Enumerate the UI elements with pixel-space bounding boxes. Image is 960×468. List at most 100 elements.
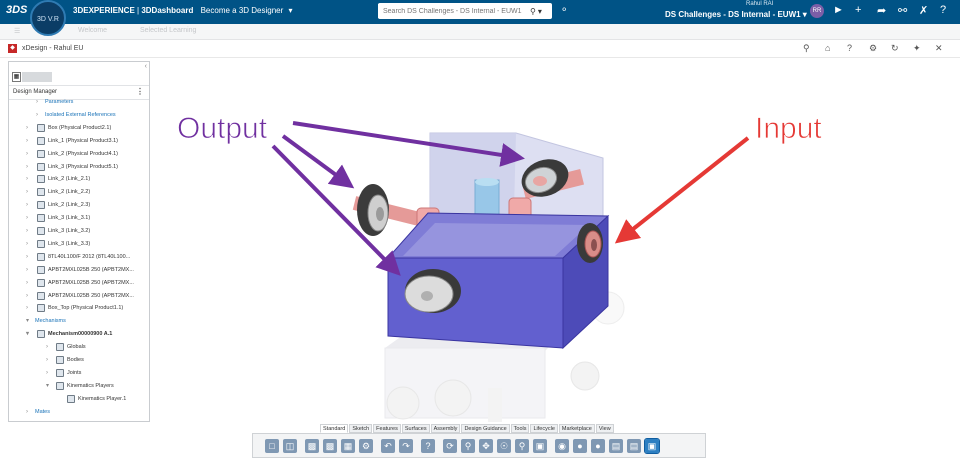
tab-marketplace[interactable]: Marketplace	[558, 424, 595, 433]
tab-tools[interactable]: Tools	[510, 424, 530, 433]
color-icon[interactable]: ●	[591, 438, 605, 453]
panel-tab[interactable]	[22, 72, 52, 82]
new-icon[interactable]: □	[265, 438, 279, 453]
expand-arrow-icon[interactable]: ▾	[26, 328, 29, 340]
3d-viewport[interactable]: Output Input	[153, 58, 952, 422]
expand-arrow-icon[interactable]: ›	[26, 277, 28, 289]
tools-icon[interactable]: ✗	[919, 4, 928, 17]
expand-arrow-icon[interactable]: ›	[26, 161, 28, 173]
look-at-icon[interactable]: ☉	[497, 438, 511, 453]
capture-icon[interactable]: ▤	[627, 438, 641, 453]
properties-icon[interactable]: ▦	[341, 438, 355, 453]
output-pulley-bottom[interactable]	[404, 269, 461, 313]
tree-item[interactable]: › Link_1 (Physical Product3.1)	[9, 135, 149, 147]
pin-icon[interactable]: ✦	[913, 43, 921, 54]
tab-standard[interactable]: Standard	[320, 424, 349, 433]
expand-arrow-icon[interactable]: ›	[26, 225, 28, 237]
search-input[interactable]	[378, 4, 528, 18]
tree-item[interactable]: ▾ Mechanism00000900 A.1	[9, 328, 149, 340]
tree-item[interactable]: › Joints	[9, 367, 149, 379]
tab-view[interactable]: View	[595, 424, 614, 433]
tree-item[interactable]: › Link_3 (Link_3.2)	[9, 225, 149, 237]
expand-arrow-icon[interactable]: ▾	[46, 380, 49, 392]
tree-item[interactable]: ▾ Kinematics Players	[9, 380, 149, 392]
expand-arrow-icon[interactable]: ›	[26, 148, 28, 160]
hide-icon[interactable]: ◉	[555, 438, 569, 453]
refresh-icon[interactable]: ↻	[891, 43, 899, 54]
expand-arrow-icon[interactable]: ▾	[26, 315, 29, 327]
tree-item[interactable]: › Mates	[9, 406, 149, 418]
expand-arrow-icon[interactable]: ›	[26, 290, 28, 302]
chevron-down-icon[interactable]: ▾	[289, 6, 293, 15]
menu-icon[interactable]: ☰	[14, 27, 20, 35]
search-box[interactable]: ⚲ ▾	[378, 3, 552, 19]
tree-item[interactable]: › Isolated External References	[9, 109, 149, 121]
tree-item[interactable]: › Link_2 (Link_2.1)	[9, 173, 149, 185]
tree-item[interactable]: › Box (Physical Product2.1)	[9, 122, 149, 134]
tree-item[interactable]: › APBT2MXL025B 250 (APBT2MX...	[9, 290, 149, 302]
more-options-icon[interactable]: ⋮	[136, 87, 144, 96]
expand-arrow-icon[interactable]: ›	[36, 109, 38, 121]
collapse-icon[interactable]: ‹	[145, 63, 147, 70]
rotate-icon[interactable]: ⟳	[443, 438, 457, 453]
tree-item[interactable]: › APBT2MXL025B 250 (APBT2MX...	[9, 264, 149, 276]
tree-item[interactable]: › APBT2MXL025B 250 (APBT2MX...	[9, 277, 149, 289]
output-pulley-left[interactable]	[357, 184, 389, 236]
tab-lifecycle[interactable]: Lifecycle	[530, 424, 558, 433]
input-pulley[interactable]	[577, 223, 603, 263]
gear-icon[interactable]: ⚙	[869, 43, 877, 54]
expand-arrow-icon[interactable]: ›	[26, 212, 28, 224]
open-icon[interactable]: ◫	[283, 438, 297, 453]
tree-item[interactable]: › Link_3 (Physical Product5.1)	[9, 161, 149, 173]
tab-design-guidance[interactable]: Design Guidance	[461, 424, 510, 433]
expand-arrow-icon[interactable]: ›	[26, 186, 28, 198]
search-icon[interactable]: ⚲	[803, 43, 810, 54]
dashboard-tab-learning[interactable]: Selected Learning	[140, 27, 196, 34]
help-icon[interactable]: ?	[940, 4, 946, 16]
dashboard-tab-welcome[interactable]: Welcome	[78, 27, 107, 34]
tab-features[interactable]: Features	[373, 424, 401, 433]
dashboard-tab[interactable]: Become a 3D Designer	[201, 6, 284, 15]
home-icon[interactable]: ⌂	[825, 43, 830, 53]
expand-arrow-icon[interactable]: ›	[26, 406, 28, 418]
tree-item[interactable]: › Globals	[9, 341, 149, 353]
view-cube-icon[interactable]: ▣	[533, 438, 547, 453]
fit-all-icon[interactable]: ⚲	[515, 438, 529, 453]
render-icon[interactable]: ●	[573, 438, 587, 453]
help-icon[interactable]: ?	[847, 43, 852, 53]
tree-item[interactable]: › Link_2 (Physical Product4.1)	[9, 148, 149, 160]
tree-item[interactable]: › Box_Top (Physical Product1.1)	[9, 302, 149, 314]
tree-item[interactable]: Kinematics Player.1	[9, 393, 149, 405]
tree-item[interactable]: › Parameters	[9, 96, 149, 108]
expand-arrow-icon[interactable]: ›	[26, 173, 28, 185]
help-icon[interactable]: ?	[421, 438, 435, 453]
tree-item[interactable]: › Link_3 (Link_3.1)	[9, 212, 149, 224]
feed-icon[interactable]: ►	[833, 4, 844, 16]
section-icon[interactable]: ▤	[609, 438, 623, 453]
zoom-icon[interactable]: ⚲	[461, 438, 475, 453]
expand-arrow-icon[interactable]: ›	[46, 354, 48, 366]
tree-item[interactable]: › Link_3 (Link_3.3)	[9, 238, 149, 250]
add-icon[interactable]: +	[855, 4, 861, 16]
tab-surfaces[interactable]: Surfaces	[401, 424, 430, 433]
settings-icon[interactable]: ⚙	[359, 438, 373, 453]
save-icon[interactable]: ▩	[305, 438, 319, 453]
redo-icon[interactable]: ↷	[399, 438, 413, 453]
compass-icon[interactable]: 3D V.R	[30, 0, 66, 36]
network-icon[interactable]: ⚯	[898, 4, 907, 17]
tree-icon[interactable]: ▦	[12, 72, 21, 82]
tab-sketch[interactable]: Sketch	[349, 424, 373, 433]
expand-arrow-icon[interactable]: ›	[26, 135, 28, 147]
gearbox-model[interactable]: Output Input	[153, 58, 952, 422]
share-icon[interactable]: ➦	[877, 4, 886, 17]
expand-arrow-icon[interactable]: ›	[26, 302, 28, 314]
tenant-selector[interactable]: DS Challenges - DS Internal - EUW1 ▾	[665, 10, 807, 19]
pan-icon[interactable]: ✥	[479, 438, 493, 453]
tree-item[interactable]: › Link_2 (Link_2.2)	[9, 186, 149, 198]
close-icon[interactable]: ✕	[935, 43, 943, 54]
search-icon[interactable]: ⚲	[530, 7, 536, 16]
expand-arrow-icon[interactable]: ›	[46, 341, 48, 353]
expand-arrow-icon[interactable]: ›	[26, 264, 28, 276]
expand-arrow-icon[interactable]: ›	[26, 238, 28, 250]
expand-arrow-icon[interactable]: ›	[36, 96, 38, 108]
